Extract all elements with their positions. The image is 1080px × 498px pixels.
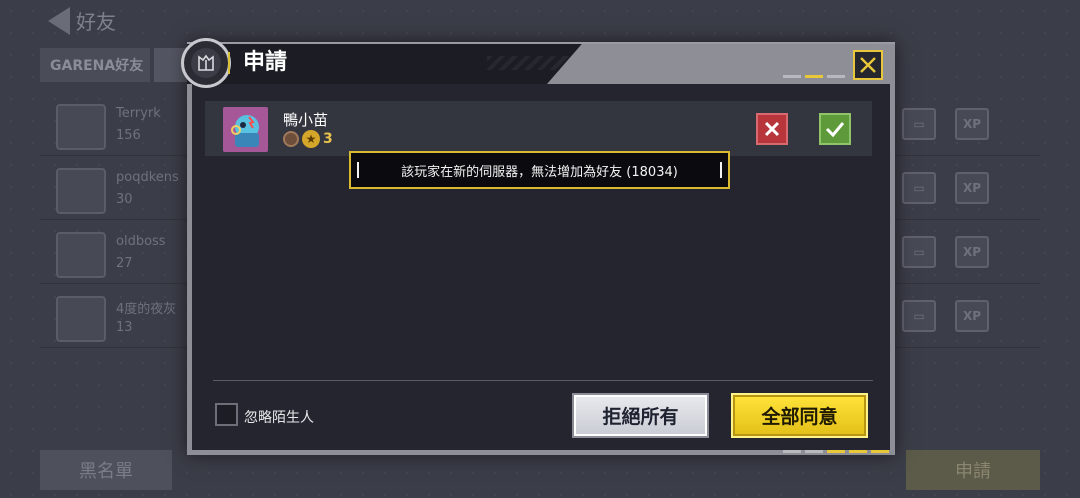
bg-friend-name: 4度的夜灰 xyxy=(116,302,177,317)
ignore-strangers-label: 忽略陌生人 xyxy=(244,410,314,426)
bg-chat-icon[interactable]: ▭ xyxy=(902,236,936,268)
bg-tab-garena[interactable]: GARENA好友 xyxy=(40,48,150,82)
bg-xp-button[interactable]: XP xyxy=(955,236,989,268)
emblem-accent xyxy=(228,52,236,74)
requester-avatar[interactable] xyxy=(223,107,268,152)
bg-xp-button[interactable]: XP xyxy=(955,300,989,332)
bg-friend-level: 13 xyxy=(116,320,133,335)
check-icon xyxy=(825,122,845,138)
bg-xp-button[interactable]: XP xyxy=(955,172,989,204)
friend-request-row: 鴨小苗 ★ 3 xyxy=(205,101,872,156)
bg-friend-level: 27 xyxy=(116,256,133,271)
page-indicator-top xyxy=(783,75,845,78)
bg-avatar xyxy=(56,104,106,150)
header-light-panel xyxy=(547,44,895,84)
dialog-title: 申請 xyxy=(243,50,288,75)
level-star-icon: ★ xyxy=(302,130,320,148)
dialog-emblem-icon xyxy=(181,38,231,88)
requester-level: 3 xyxy=(323,131,333,147)
reject-request-button[interactable] xyxy=(756,113,788,145)
requester-stats: ★ 3 xyxy=(283,130,333,148)
error-toast: 該玩家在新的伺服器，無法增加為好友 (18034) xyxy=(349,151,730,189)
bg-avatar xyxy=(56,168,106,214)
bg-title: 好友 xyxy=(76,10,116,34)
bg-avatar xyxy=(56,232,106,278)
bg-requests-button[interactable]: 申請 xyxy=(906,450,1040,490)
footer-divider xyxy=(213,380,873,381)
bg-chat-icon[interactable]: ▭ xyxy=(902,300,936,332)
bg-friend-name: oldboss xyxy=(116,234,166,249)
x-icon xyxy=(764,121,780,137)
bg-chat-icon[interactable]: ▭ xyxy=(902,172,936,204)
bg-avatar xyxy=(56,296,106,342)
accept-request-button[interactable] xyxy=(819,113,851,145)
page-indicator-bottom xyxy=(783,450,889,453)
bg-xp-button[interactable]: XP xyxy=(955,108,989,140)
bg-friend-level: 156 xyxy=(116,128,141,143)
close-button[interactable] xyxy=(853,50,883,80)
rank-badge-icon xyxy=(283,131,299,147)
bg-header: 好友 xyxy=(48,6,116,35)
bg-blacklist-button[interactable]: 黑名單 xyxy=(40,450,172,490)
requester-name: 鴨小苗 xyxy=(283,111,329,129)
bg-friend-level: 30 xyxy=(116,192,133,207)
accept-all-button[interactable]: 全部同意 xyxy=(731,393,868,438)
back-arrow-icon[interactable] xyxy=(48,6,70,35)
bg-friend-name: Terryrk xyxy=(116,106,161,121)
bg-friend-name: poqdkens xyxy=(116,170,179,185)
close-x-icon xyxy=(860,57,876,73)
reject-all-button[interactable]: 拒絕所有 xyxy=(572,393,709,438)
ignore-strangers-checkbox[interactable] xyxy=(215,403,238,426)
bg-chat-icon[interactable]: ▭ xyxy=(902,108,936,140)
